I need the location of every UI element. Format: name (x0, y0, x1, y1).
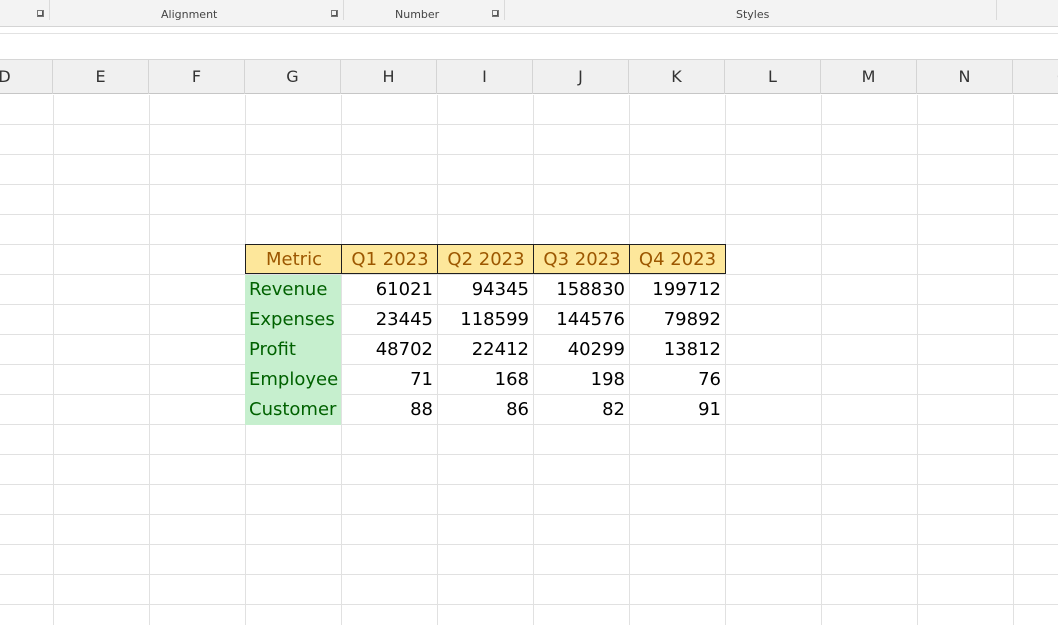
row-label-cell[interactable]: Profit (245, 335, 341, 365)
gridline (917, 95, 918, 625)
table-cell[interactable]: 71 (341, 365, 437, 395)
formula-bar-divider (0, 33, 1058, 34)
gridline (0, 544, 1058, 545)
gridline (53, 95, 54, 625)
table-cell[interactable]: 168 (437, 365, 533, 395)
number-group-label: Number (395, 8, 440, 21)
table-header-cell[interactable]: Q1 2023 (341, 244, 438, 274)
group-separator (343, 0, 344, 20)
table-cell[interactable]: 61021 (341, 275, 437, 305)
table-cell[interactable]: 79892 (629, 305, 725, 335)
table-cell[interactable]: 94345 (437, 275, 533, 305)
row-label-cell[interactable]: Revenue (245, 275, 341, 305)
row-label-cell[interactable]: Customer (245, 395, 341, 425)
gridline (725, 95, 726, 625)
column-header-h[interactable]: H (341, 60, 437, 94)
column-header-o[interactable]: O (1013, 60, 1058, 94)
table-header-cell[interactable]: Q3 2023 (533, 244, 630, 274)
table-cell[interactable]: 23445 (341, 305, 437, 335)
gridline (0, 514, 1058, 515)
group-separator (49, 0, 50, 20)
group-separator (996, 0, 997, 20)
alignment-group-label: Alignment (161, 8, 218, 21)
gridline (0, 454, 1058, 455)
table-cell[interactable]: 118599 (437, 305, 533, 335)
table-cell[interactable]: 40299 (533, 335, 629, 365)
table-cell[interactable]: 158830 (533, 275, 629, 305)
gridline (821, 95, 822, 625)
table-header-cell[interactable]: Q2 2023 (437, 244, 534, 274)
gridline (0, 484, 1058, 485)
table-cell[interactable]: 198 (533, 365, 629, 395)
column-header-j[interactable]: J (533, 60, 629, 94)
gridline (0, 154, 1058, 155)
column-header-n[interactable]: N (917, 60, 1013, 94)
gridline (0, 214, 1058, 215)
gridline (149, 95, 150, 625)
row-label-cell[interactable]: Expenses (245, 305, 341, 335)
number-dialog-launcher-icon[interactable] (492, 10, 499, 17)
ribbon-group-labels: Alignment Number Styles (0, 0, 1058, 27)
row-label-cell[interactable]: Employee (245, 365, 341, 395)
column-header-l[interactable]: L (725, 60, 821, 94)
table-cell[interactable]: 82 (533, 395, 629, 425)
alignment-dialog-launcher-icon[interactable] (331, 10, 338, 17)
table-cell[interactable]: 91 (629, 395, 725, 425)
column-header-m[interactable]: M (821, 60, 917, 94)
column-headers: D E F G H I J K L M N O (0, 59, 1058, 94)
gridline (0, 574, 1058, 575)
styles-group-label: Styles (736, 8, 770, 21)
column-header-k[interactable]: K (629, 60, 725, 94)
table-cell[interactable]: 86 (437, 395, 533, 425)
table-cell[interactable]: 144576 (533, 305, 629, 335)
table-cell[interactable]: 48702 (341, 335, 437, 365)
formula-bar-area (0, 27, 1058, 59)
column-header-d[interactable]: D (0, 60, 53, 94)
table-cell[interactable]: 76 (629, 365, 725, 395)
table-header-cell[interactable]: Metric (245, 244, 342, 274)
table-cell[interactable]: 199712 (629, 275, 725, 305)
group-separator (504, 0, 505, 20)
table-cell[interactable]: 13812 (629, 335, 725, 365)
gridline (0, 124, 1058, 125)
font-dialog-launcher-icon[interactable] (37, 10, 44, 17)
column-header-i[interactable]: I (437, 60, 533, 94)
column-header-g[interactable]: G (245, 60, 341, 94)
table-cell[interactable]: 22412 (437, 335, 533, 365)
table-cell[interactable]: 88 (341, 395, 437, 425)
column-header-e[interactable]: E (53, 60, 149, 94)
column-header-f[interactable]: F (149, 60, 245, 94)
gridline (1013, 95, 1014, 625)
table-header-cell[interactable]: Q4 2023 (629, 244, 726, 274)
gridline (0, 604, 1058, 605)
gridline (0, 184, 1058, 185)
